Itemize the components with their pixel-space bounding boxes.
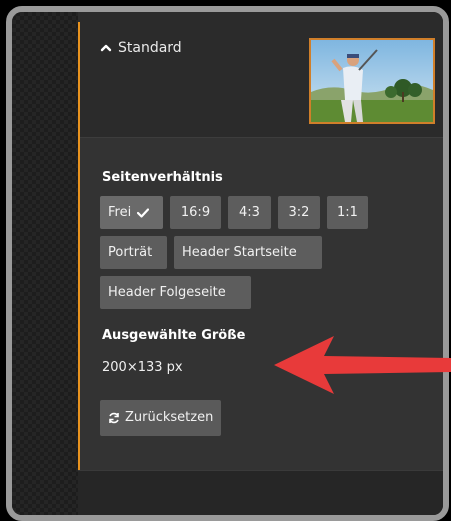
ratio-button-1-1[interactable]: 1:1 <box>327 196 368 229</box>
image-thumbnail <box>309 38 435 124</box>
annotation-arrow-icon <box>274 336 451 394</box>
ratio-button-header-startseite[interactable]: Header Startseite <box>174 236 322 269</box>
ratio-button-frei[interactable]: Frei <box>100 196 163 229</box>
check-icon <box>137 207 150 218</box>
ratio-button-4-3[interactable]: 4:3 <box>228 196 271 229</box>
ratio-button-header-folgeseite[interactable]: Header Folgeseite <box>100 276 251 309</box>
crop-settings: Seitenverhältnis Frei 16:9 4:3 3:2 1:1 P… <box>80 138 443 470</box>
reset-button[interactable]: Zurücksetzen <box>100 400 222 436</box>
crop-variant-header[interactable]: Standard <box>80 12 443 138</box>
checkerboard-canvas <box>12 12 78 515</box>
aspect-ratio-label: Seitenverhältnis <box>102 170 223 185</box>
section-toggle[interactable]: Standard <box>100 40 182 56</box>
ratio-button-3-2[interactable]: 3:2 <box>278 196 320 229</box>
chevron-up-icon <box>100 44 112 52</box>
ratio-button-portrait[interactable]: Porträt <box>100 236 167 269</box>
editor-window: Standard Seitenverhältnis Frei 16:9 4:3 … <box>6 6 449 521</box>
section-title: Standard <box>118 40 182 56</box>
ratio-button-16-9[interactable]: 16:9 <box>170 196 221 229</box>
golfer-image <box>311 40 433 122</box>
selected-size-value: 200×133 px <box>102 360 183 375</box>
selected-size-label: Ausgewählte Größe <box>102 328 246 343</box>
accent-divider <box>78 22 80 470</box>
bottom-bar <box>78 470 443 515</box>
reset-button-label: Zurücksetzen <box>125 410 214 425</box>
refresh-icon <box>109 412 119 424</box>
ratio-label: Frei <box>108 205 132 220</box>
